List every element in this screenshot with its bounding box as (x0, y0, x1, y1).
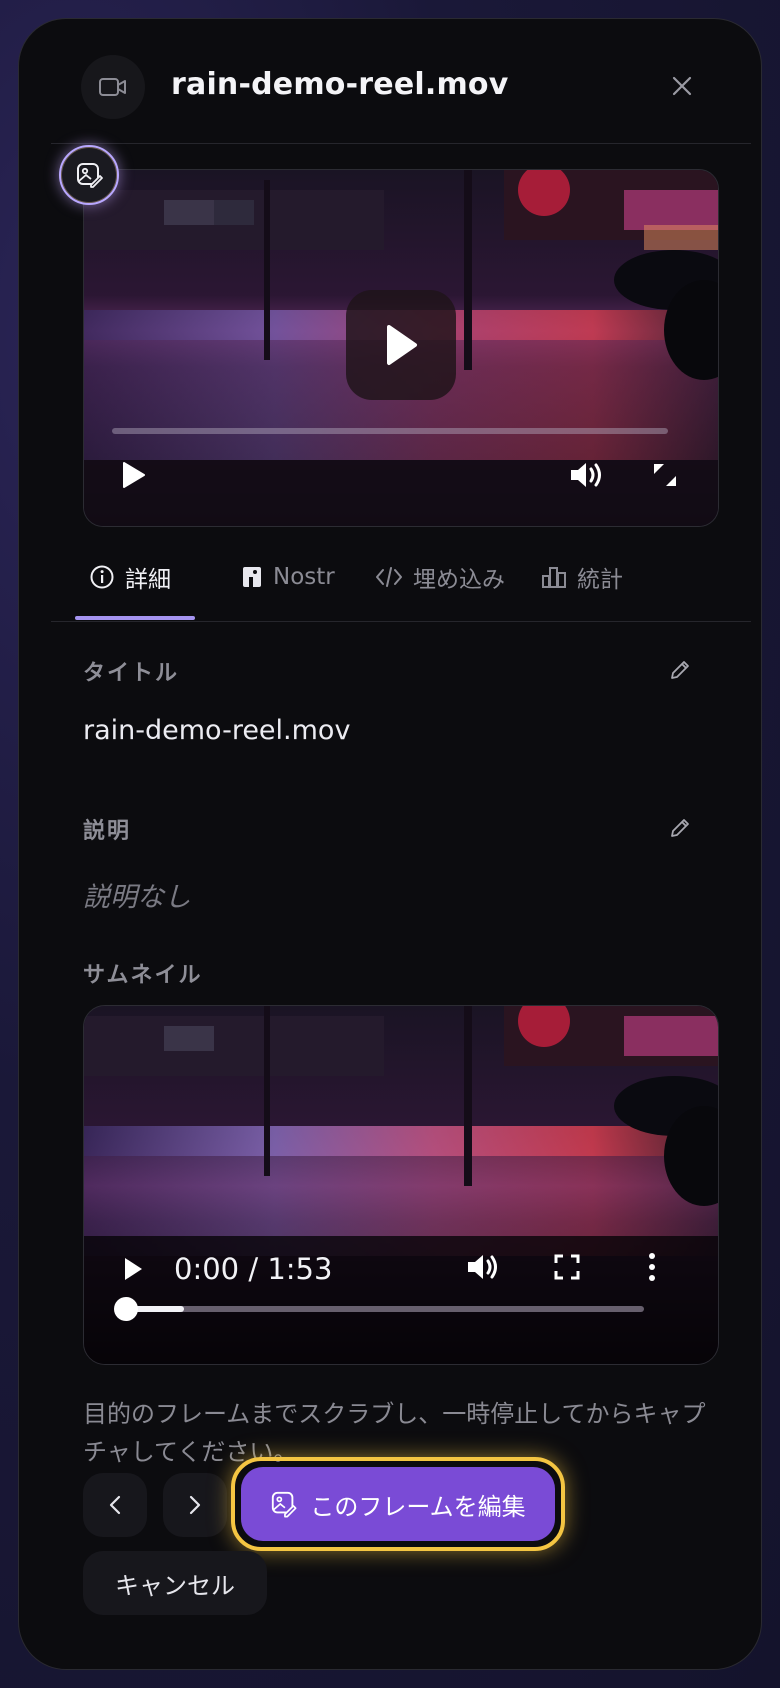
big-play-button[interactable] (346, 290, 456, 400)
thumb-more-button[interactable] (644, 1250, 660, 1284)
pencil-icon (671, 819, 689, 837)
thumb-volume-button[interactable] (464, 1250, 502, 1284)
close-button[interactable] (665, 69, 699, 103)
info-icon (90, 565, 114, 589)
tabs-divider (51, 621, 751, 622)
image-edit-icon (77, 163, 103, 188)
tab-bar: 詳細 Nostr 埋め込み 統計 (51, 527, 751, 623)
cancel-button[interactable]: キャンセル (83, 1551, 267, 1615)
thumb-time-display: 0:00 / 1:53 (174, 1252, 333, 1286)
thumb-play-button[interactable] (118, 1252, 148, 1286)
thumb-scrub-track[interactable] (116, 1306, 644, 1312)
image-edit-icon (272, 1491, 297, 1518)
bar-chart-icon (542, 567, 566, 588)
thumb-fullscreen-button[interactable] (552, 1252, 582, 1282)
edit-frame-label: このフレームを編集 (310, 1492, 526, 1521)
edit-frame-highlight: このフレームを編集 (231, 1457, 565, 1551)
tab-label: 詳細 (125, 567, 171, 593)
media-detail-modal: rain-demo-reel.mov 詳細 Nostr 埋め込み 統計 タイトル… (18, 18, 762, 1670)
header-divider (51, 143, 751, 144)
fullscreen-icon (554, 1254, 580, 1280)
description-label: 説明 (83, 819, 132, 844)
thumb-scrub-handle[interactable] (114, 1297, 138, 1321)
edit-description-button[interactable] (665, 813, 695, 843)
play-icon (125, 1258, 142, 1280)
thumbnail-label: サムネイル (83, 963, 203, 988)
modal-header: rain-demo-reel.mov (19, 19, 761, 143)
tab-nostr[interactable]: Nostr (241, 557, 335, 597)
tab-label: 埋め込み (413, 567, 505, 593)
play-icon (387, 325, 417, 365)
description-value: 説明なし (83, 882, 191, 913)
tab-label: 統計 (577, 567, 623, 593)
title-value: rain-demo-reel.mov (83, 715, 351, 746)
tab-details[interactable]: 詳細 (89, 557, 171, 597)
previous-frame-button[interactable] (83, 1473, 147, 1537)
more-vertical-icon (649, 1253, 655, 1281)
play-button[interactable] (118, 460, 148, 490)
active-tab-indicator (75, 616, 195, 620)
edit-thumbnail-badge[interactable] (59, 145, 119, 205)
play-icon (123, 462, 145, 488)
edit-title-button[interactable] (665, 655, 695, 685)
volume-icon (468, 1255, 497, 1279)
nostr-icon (243, 567, 261, 587)
modal-title: rain-demo-reel.mov (171, 67, 509, 102)
thumbnail-player[interactable]: 0:00 / 1:53 (83, 1005, 719, 1365)
tab-label: Nostr (273, 564, 335, 590)
fullscreen-button[interactable] (650, 460, 680, 490)
edit-this-frame-button[interactable]: このフレームを編集 (241, 1467, 555, 1541)
chevron-left-icon (109, 1495, 121, 1515)
video-progress-bar[interactable] (112, 428, 668, 434)
title-label: タイトル (83, 661, 180, 686)
video-player[interactable] (83, 169, 719, 527)
volume-button[interactable] (568, 458, 608, 492)
video-file-icon (81, 55, 145, 119)
video-camera-icon (99, 78, 126, 96)
volume-icon (571, 463, 601, 487)
code-icon (376, 567, 402, 587)
tab-embed[interactable]: 埋め込み (375, 557, 505, 597)
tab-stats[interactable]: 統計 (541, 557, 623, 597)
fullscreen-icon (654, 464, 676, 486)
pencil-icon (671, 661, 689, 679)
chevron-right-icon (189, 1495, 201, 1515)
next-frame-button[interactable] (163, 1473, 227, 1537)
close-icon (672, 76, 692, 96)
